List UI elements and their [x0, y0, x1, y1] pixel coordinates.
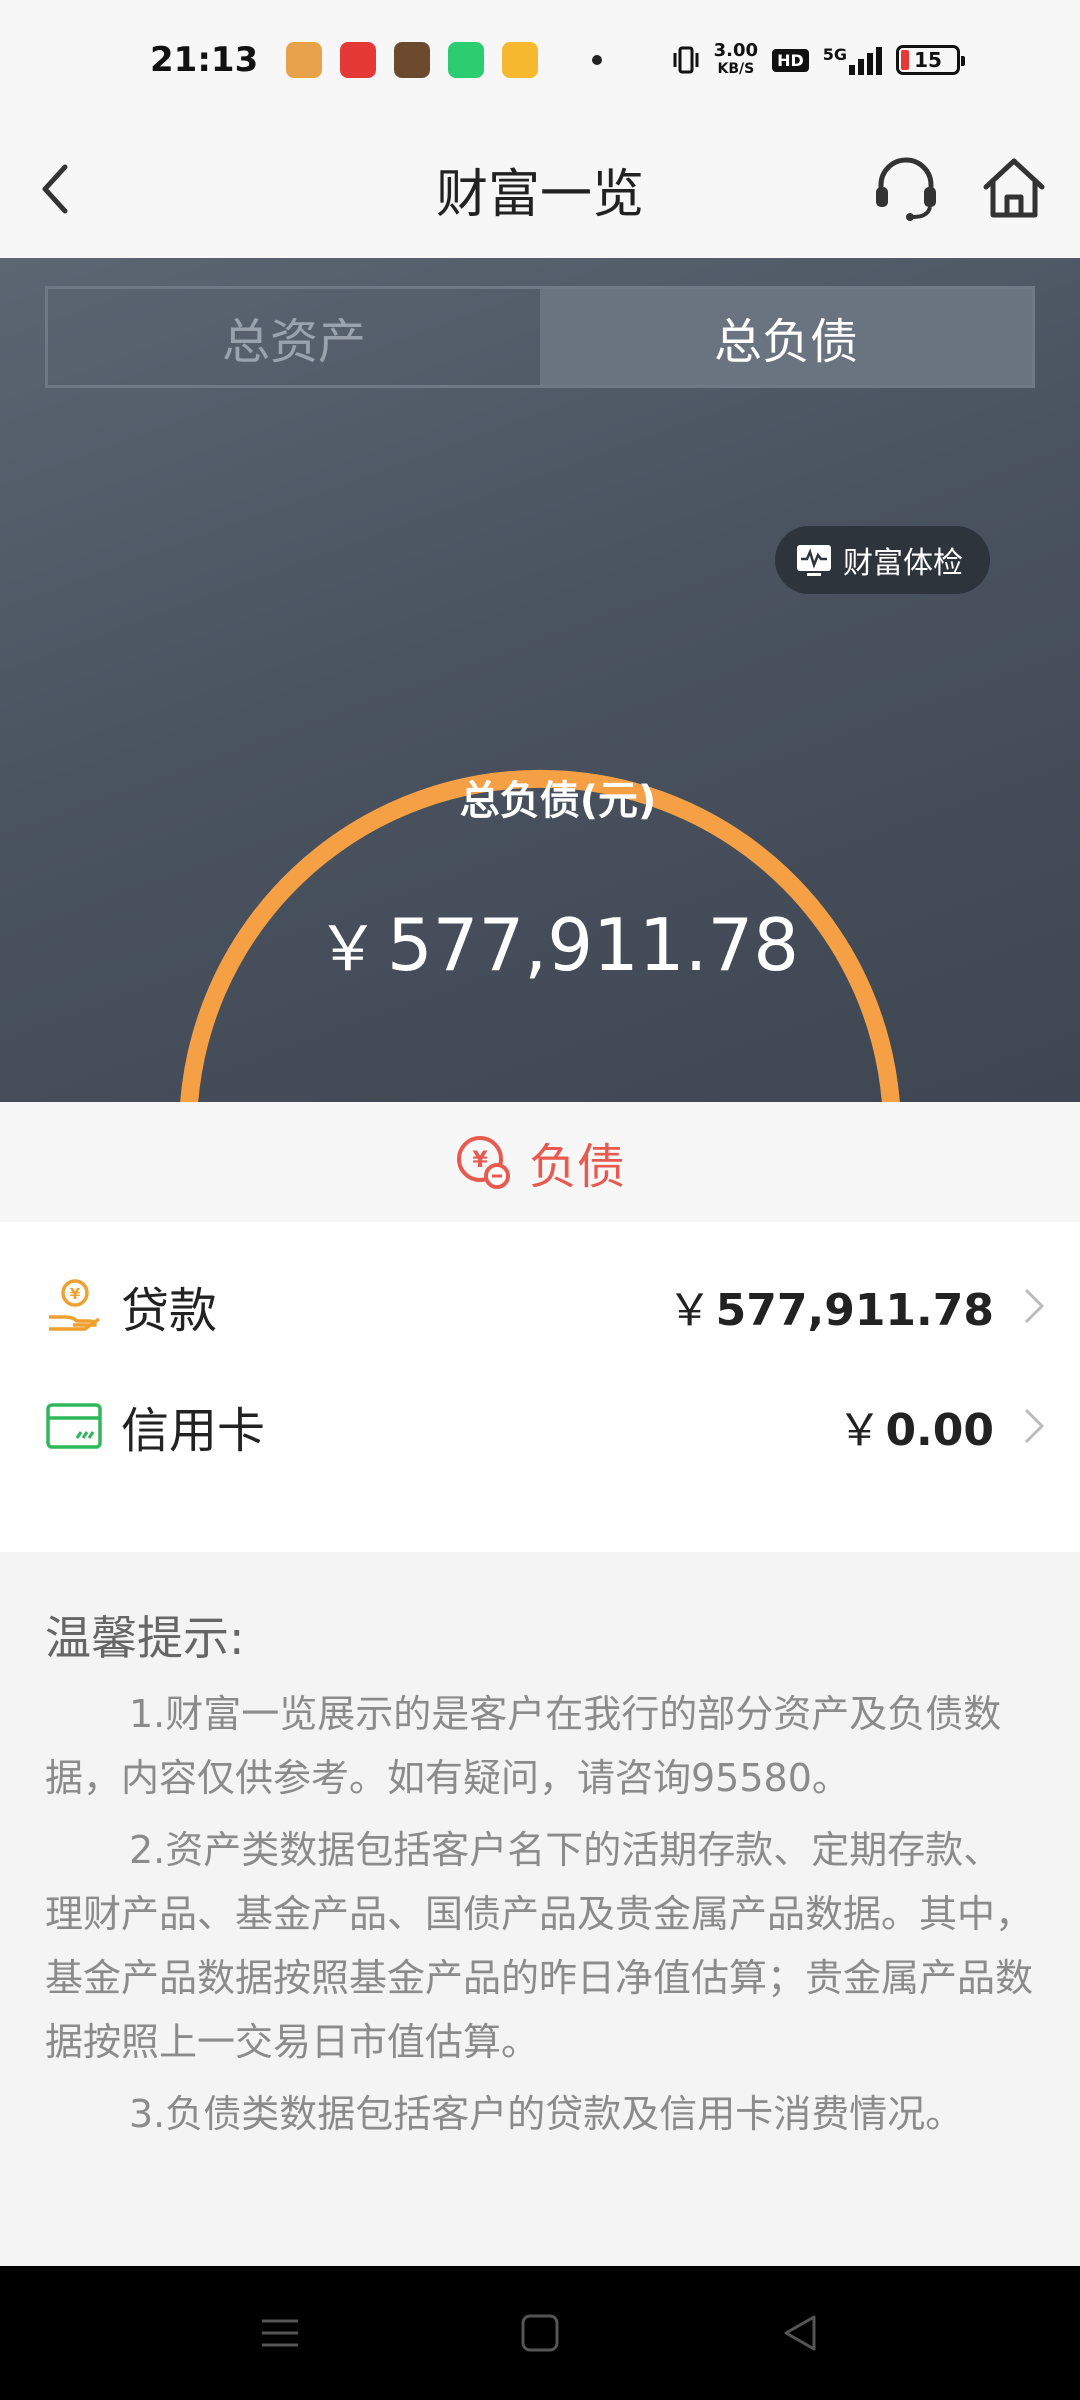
game-app-icon — [286, 42, 323, 78]
status-time: 21:13 — [150, 40, 259, 80]
currency-symbol: ￥ — [667, 1285, 712, 1336]
tip-item: 1.财富一览展示的是客户在我行的部分资产及负债数据，内容仅供参考。如有疑问，请咨… — [45, 1692, 1002, 1800]
hd-badge: HD — [772, 48, 809, 72]
network-type: 5G — [822, 45, 847, 64]
more-notifications-dot — [592, 55, 603, 65]
home-nav-button[interactable] — [510, 2303, 570, 2363]
tip-item: 3.负债类数据包括客户的贷款及信用卡消费情况。 — [129, 2092, 964, 2136]
overview-tabs: 总资产 总负债 — [45, 286, 1035, 388]
currency-symbol: ￥ — [837, 1405, 882, 1456]
home-icon — [983, 158, 1045, 218]
net-speed-value: 3.00 — [713, 40, 759, 61]
battery-icon: 15 — [896, 45, 965, 75]
svg-text:¥: ¥ — [70, 1285, 81, 1303]
total-amount-value: 577,911.78 — [386, 903, 800, 987]
tip-item: 2.资产类数据包括客户名下的活期存款、定期存款、理财产品、基金产品、国债产品及贵… — [45, 1828, 1034, 2064]
wealth-checkup-button[interactable]: 财富体检 — [775, 526, 990, 594]
total-liabilities-label: 总负债(元) — [459, 778, 657, 824]
liabilities-list: ¥ 贷款 ￥577,911.78 信用卡 ￥0.00 — [0, 1222, 1080, 1552]
amount-value: 577,911.78 — [715, 1285, 994, 1336]
back-button[interactable] — [20, 154, 90, 224]
total-liabilities-amount: ￥ 577,911.78 — [0, 898, 1080, 988]
chevron-right-icon — [1024, 1288, 1045, 1324]
menu-icon — [262, 2319, 298, 2347]
chevron-left-icon — [42, 164, 68, 214]
list-item-loan[interactable]: ¥ 贷款 ￥577,911.78 — [0, 1246, 1080, 1366]
net-speed-unit: KB/S — [717, 61, 755, 77]
signal-icon — [849, 45, 882, 75]
list-item-label: 信用卡 — [121, 1403, 266, 1459]
battery-app-icon — [448, 42, 485, 78]
customer-service-button[interactable] — [870, 148, 942, 228]
yen-clock-icon: ¥ — [456, 1136, 510, 1189]
heartbeat-monitor-icon — [797, 545, 831, 576]
chevron-right-icon — [1024, 1408, 1045, 1444]
back-nav-button[interactable] — [770, 2303, 830, 2363]
tips-title: 温馨提示: — [45, 1611, 245, 1665]
nav-header: 财富一览 — [0, 120, 1080, 258]
music-app-icon — [340, 42, 377, 78]
recent-apps-button[interactable] — [250, 2303, 310, 2363]
notification-icons — [286, 42, 603, 78]
home-button[interactable] — [978, 148, 1050, 228]
game-app-icon-2 — [394, 42, 431, 78]
currency-symbol: ￥ — [316, 912, 379, 985]
network-speed: 3.00 KB/S — [714, 42, 758, 78]
tab-total-liabilities[interactable]: 总负债 — [540, 289, 1032, 385]
liability-overview-panel: 总资产 总负债 财富体检 总负债(元) ￥ 577,911.78 — [0, 258, 1080, 1225]
list-item-amount: ￥577,911.78 — [668, 1274, 994, 1338]
wealth-checkup-label: 财富体检 — [843, 546, 963, 581]
tips-section: 温馨提示: 1.财富一览展示的是客户在我行的部分资产及负债数据，内容仅供参考。如… — [0, 1552, 1080, 2266]
system-status: 3.00 KB/S HD 5G 15 — [672, 42, 965, 78]
headset-icon — [876, 157, 936, 221]
list-item-credit-card[interactable]: 信用卡 ￥0.00 — [0, 1366, 1080, 1486]
system-nav-bar — [0, 2266, 1080, 2400]
status-bar: 21:13 3.00 KB/S HD 5G 15 — [0, 0, 1080, 120]
signal-group: 5G — [823, 45, 882, 75]
header-actions — [870, 148, 1050, 228]
credit-card-icon — [45, 1397, 103, 1455]
list-item-label: 贷款 — [121, 1283, 218, 1339]
loan-hand-coin-icon: ¥ — [45, 1277, 103, 1335]
list-item-amount: ￥0.00 — [837, 1394, 994, 1458]
square-icon — [521, 2314, 559, 2352]
cat-app-icon — [502, 42, 539, 78]
tab-total-assets[interactable]: 总资产 — [48, 289, 540, 385]
section-title: 负债 — [528, 1139, 625, 1195]
liabilities-section-header: ¥ 负债 — [0, 1102, 1080, 1222]
page-title: 财富一览 — [435, 164, 644, 225]
triangle-back-icon — [784, 2315, 816, 2351]
battery-level: 15 — [914, 48, 942, 72]
amount-value: 0.00 — [885, 1405, 994, 1456]
vibrate-icon — [673, 46, 699, 74]
